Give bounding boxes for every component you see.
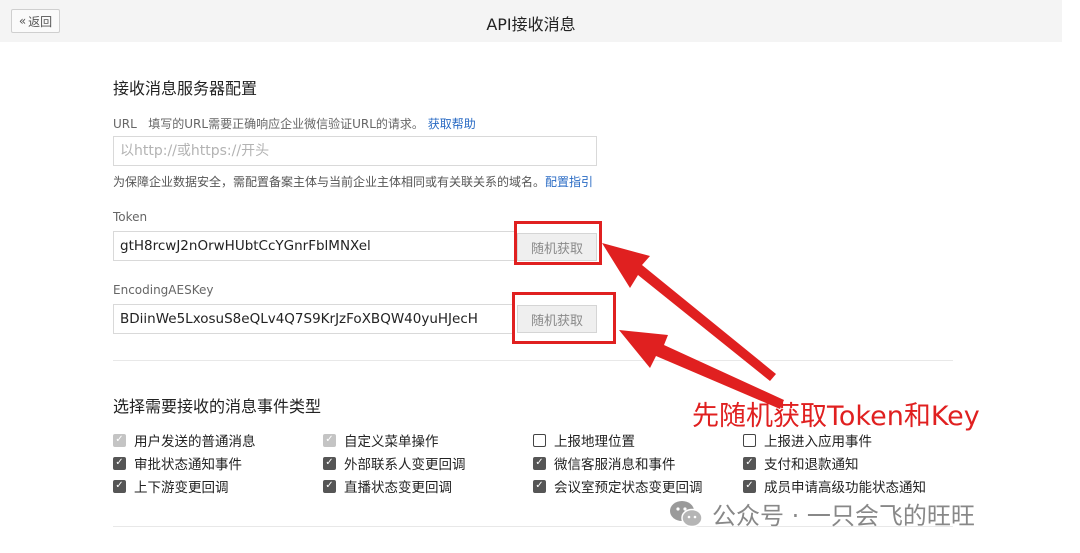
wechat-icon (670, 500, 703, 527)
event-checkbox-item[interactable]: ✓ 微信客服消息和事件 (533, 453, 676, 473)
event-checkbox-item: ✓ 用户发送的普通消息 (113, 430, 256, 450)
event-checkbox-item[interactable]: ✓ 成员申请高级功能状态通知 (743, 476, 926, 496)
event-checkbox-label: 支付和退款通知 (764, 457, 859, 473)
url-label: URL (113, 117, 137, 131)
aes-key-label: EncodingAESKey (113, 283, 214, 297)
server-config-title: 接收消息服务器配置 (113, 79, 258, 98)
event-checkbox-label: 外部联系人变更回调 (344, 457, 466, 473)
event-checkbox-item[interactable]: 上报地理位置 (533, 430, 635, 450)
checkbox-checked-icon: ✓ (113, 433, 126, 447)
event-checkbox-label: 成员申请高级功能状态通知 (764, 480, 926, 496)
event-checkbox-item[interactable]: ✓ 审批状态通知事件 (113, 453, 242, 473)
page-title: API接收消息 (486, 15, 576, 34)
checkbox-checked-icon[interactable]: ✓ (533, 479, 546, 493)
checkbox-empty-icon[interactable] (743, 433, 756, 447)
section-divider (113, 360, 953, 361)
checkbox-empty-icon[interactable] (533, 433, 546, 447)
checkbox-checked-icon: ✓ (323, 433, 336, 447)
event-checkbox-item[interactable]: 上报进入应用事件 (743, 430, 872, 450)
events-title: 选择需要接收的消息事件类型 (113, 397, 322, 416)
top-bar: « 返回 API接收消息 (0, 0, 1062, 42)
aes-key-input[interactable] (113, 304, 515, 334)
event-checkbox-item[interactable]: ✓ 直播状态变更回调 (323, 476, 452, 496)
annotation-text: 先随机获取Token和Key (692, 401, 980, 432)
domain-hint-row: 为保障企业数据安全，需配置备案主体与当前企业主体相同或有关联关系的域名。配置指引 (113, 173, 593, 190)
event-checkbox-label: 审批状态通知事件 (134, 457, 242, 473)
help-link[interactable]: 获取帮助 (428, 117, 476, 131)
checkbox-checked-icon[interactable]: ✓ (323, 479, 336, 493)
checkbox-checked-icon[interactable]: ✓ (533, 456, 546, 470)
checkbox-checked-icon[interactable]: ✓ (323, 456, 336, 470)
url-desc: 填写的URL需要正确响应企业微信验证URL的请求。 (148, 117, 424, 131)
event-checkbox-label: 用户发送的普通消息 (134, 434, 256, 450)
checkbox-checked-icon[interactable]: ✓ (743, 456, 756, 470)
token-label: Token (113, 210, 148, 224)
event-checkbox-item: ✓ 自定义菜单操作 (323, 430, 439, 450)
token-input[interactable] (113, 231, 515, 261)
event-checkbox-label: 微信客服消息和事件 (554, 457, 676, 473)
event-checkbox-item[interactable]: ✓ 会议室预定状态变更回调 (533, 476, 703, 496)
event-checkbox-item[interactable]: ✓ 支付和退款通知 (743, 453, 859, 473)
config-guide-link[interactable]: 配置指引 (545, 175, 593, 189)
event-checkbox-label: 上报地理位置 (554, 434, 635, 450)
checkbox-checked-icon[interactable]: ✓ (113, 479, 126, 493)
checkbox-checked-icon[interactable]: ✓ (113, 456, 126, 470)
token-random-button[interactable]: 随机获取 (517, 233, 597, 261)
event-checkbox-item[interactable]: ✓ 外部联系人变更回调 (323, 453, 466, 473)
event-checkbox-label: 上报进入应用事件 (764, 434, 872, 450)
watermark-text: 公众号 · 一只会飞的旺旺 (712, 502, 975, 530)
event-checkbox-label: 自定义菜单操作 (344, 434, 439, 450)
event-checkbox-label: 会议室预定状态变更回调 (554, 480, 703, 496)
watermark: 公众号 · 一只会飞的旺旺 (668, 496, 975, 531)
url-label-row: URL 填写的URL需要正确响应企业微信验证URL的请求。 获取帮助 (113, 115, 476, 132)
aes-key-random-button[interactable]: 随机获取 (517, 305, 597, 333)
event-checkbox-label: 上下游变更回调 (134, 480, 229, 496)
domain-hint: 为保障企业数据安全，需配置备案主体与当前企业主体相同或有关联关系的域名。 (113, 175, 546, 189)
checkbox-checked-icon[interactable]: ✓ (743, 479, 756, 493)
event-checkbox-label: 直播状态变更回调 (344, 480, 452, 496)
event-checkbox-item[interactable]: ✓ 上下游变更回调 (113, 476, 229, 496)
url-input[interactable] (113, 136, 597, 166)
